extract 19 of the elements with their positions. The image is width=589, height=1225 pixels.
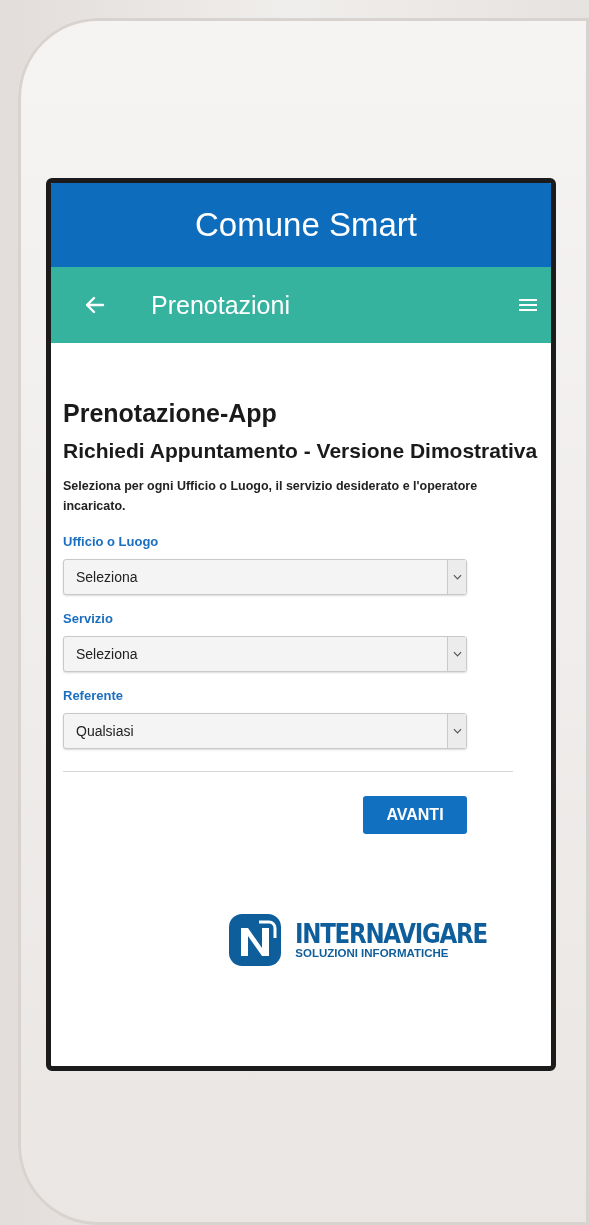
menu-icon[interactable] [519,298,537,312]
field-label: Referente [63,688,124,704]
app-title: Comune Smart [194,206,417,244]
chevron-down-icon [452,651,462,658]
logo-tagline: SOLUZIONI INFORMATICHE [295,946,450,961]
page-title: Prenotazione-App [63,399,278,428]
dropdown-field[interactable]: Seleziona [63,636,467,673]
dropdown-field[interactable]: Seleziona [63,559,467,596]
dropdown-field[interactable]: Qualsiasi [63,713,467,750]
chevron-down-icon [452,574,462,581]
field-label: Servizio [63,611,114,627]
logo-name: INTERNAVIGARE [295,919,488,947]
instructions-text: Seleziona per ogni Ufficio o Luogo, il servizio desiderato e l'operatore incaricato. [63,478,479,516]
next-button[interactable]: AVANTI [363,796,467,835]
field-label: Ufficio o Luogo [63,534,160,550]
page-subtitle: Richiedi Appuntamento - Versione Dimostrativa [63,438,539,464]
chevron-down-icon [452,728,462,735]
logo-icon [229,914,282,967]
toolbar-title: Prenotazioni [151,290,291,320]
